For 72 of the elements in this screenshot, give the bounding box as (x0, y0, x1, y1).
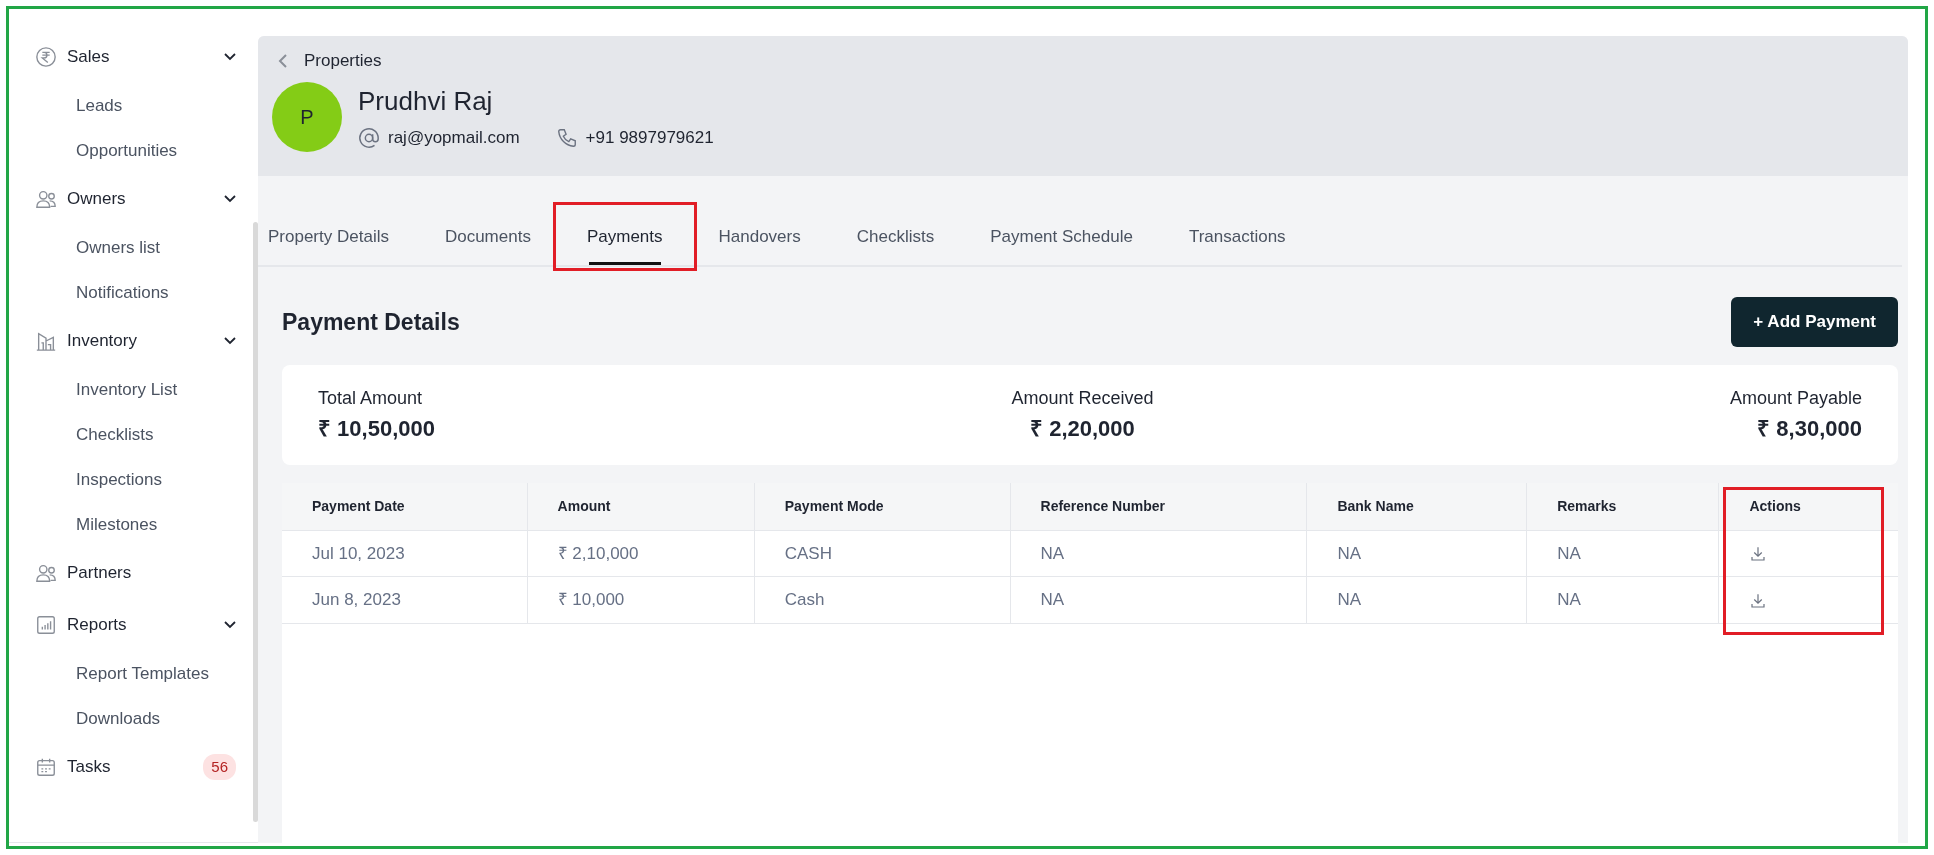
summary-label: Amount Received (1011, 386, 1154, 410)
summary-value: ₹ 10,50,000 (318, 414, 435, 443)
table-cell: NA (1526, 576, 1719, 623)
table-cell: NA (1306, 530, 1527, 577)
phone-icon (555, 127, 578, 149)
column-header: Actions (1718, 482, 1898, 530)
table-cell: Jul 10, 2023 (282, 530, 528, 577)
table-cell: CASH (754, 530, 1010, 577)
chevron-icon[interactable] (224, 621, 236, 629)
count-badge: 56 (203, 753, 236, 781)
tab[interactable]: Handovers (690, 211, 829, 265)
sidebar-item[interactable]: Owners (67, 186, 224, 212)
sidebar-subitem[interactable]: Checklists (76, 421, 154, 448)
table-cell: Jun 8, 2023 (282, 576, 528, 623)
sidebar-subitem[interactable]: Opportunities (76, 137, 178, 164)
sidebar-item[interactable]: Inventory (67, 328, 224, 354)
sidebar-subitem[interactable]: Inspections (76, 466, 162, 493)
at-icon (358, 127, 380, 149)
tab[interactable]: Property Details (268, 211, 417, 265)
column-header: Reference Number (1010, 482, 1307, 530)
download-icon[interactable] (1749, 545, 1768, 563)
sidebar-subitem[interactable]: Notifications (76, 279, 169, 306)
scrollbar[interactable] (253, 222, 258, 822)
column-header: Remarks (1526, 482, 1719, 530)
sidebar-item[interactable]: Tasks (67, 754, 204, 780)
sidebar-item[interactable]: Reports (67, 612, 224, 638)
calendar-icon (35, 756, 57, 778)
table-cell: NA (1010, 576, 1307, 623)
profile-name: Prudhvi Raj (358, 85, 494, 119)
table-cell: ₹ 2,10,000 (527, 530, 755, 577)
download-icon[interactable] (1749, 591, 1768, 610)
table-cell: Cash (754, 576, 1010, 623)
tab[interactable]: Checklists (828, 211, 963, 265)
column-header: Payment Date (282, 482, 528, 530)
sidebar-subitem[interactable]: Downloads (76, 705, 161, 732)
column-header: Bank Name (1306, 482, 1527, 530)
sidebar-subitem[interactable]: Report Templates (76, 660, 209, 687)
tab[interactable]: Documents (416, 211, 559, 265)
phone-text: +91 9897979621 (585, 127, 714, 150)
chevron-icon[interactable] (224, 195, 236, 203)
table-cell: NA (1526, 530, 1719, 577)
sidebar-subitem[interactable]: Milestones (76, 511, 158, 538)
avatar: P (272, 81, 342, 152)
chevron-icon[interactable] (224, 337, 236, 345)
add-payment-button[interactable]: + Add Payment (1731, 297, 1898, 347)
people-icon (35, 562, 57, 584)
table-cell: NA (1010, 530, 1307, 577)
column-header: Payment Mode (754, 482, 1010, 530)
tab[interactable]: Payments (558, 211, 691, 265)
building-icon (35, 330, 57, 352)
breadcrumb-link[interactable]: Properties (304, 48, 382, 74)
sidebar-item[interactable]: Sales (67, 44, 224, 70)
sidebar-subitem[interactable]: Inventory List (76, 376, 178, 403)
section-title: Payment Details (282, 307, 460, 337)
tab[interactable]: Payment Schedule (962, 211, 1161, 265)
sidebar-item[interactable]: Partners (67, 560, 236, 586)
chevron-icon[interactable] (224, 53, 236, 61)
email-text: raj@yopmail.com (388, 127, 520, 150)
sidebar-subitem[interactable]: Owners list (76, 234, 161, 261)
summary-label: Amount Payable (1729, 386, 1862, 410)
summary-label: Total Amount (318, 386, 424, 410)
summary-value: ₹ 2,20,000 (1029, 414, 1136, 443)
people-icon (35, 188, 57, 210)
bar-chart-icon (35, 614, 57, 636)
column-header: Amount (527, 482, 755, 530)
tab[interactable]: Transactions (1160, 211, 1314, 265)
summary-value: ₹ 8,30,000 (1756, 414, 1862, 443)
table-cell: NA (1306, 576, 1527, 623)
rupee-icon (35, 46, 57, 68)
sidebar-subitem[interactable]: Leads (76, 92, 123, 119)
back-chevron-icon[interactable] (278, 52, 288, 69)
table-cell: ₹ 10,000 (527, 576, 755, 623)
